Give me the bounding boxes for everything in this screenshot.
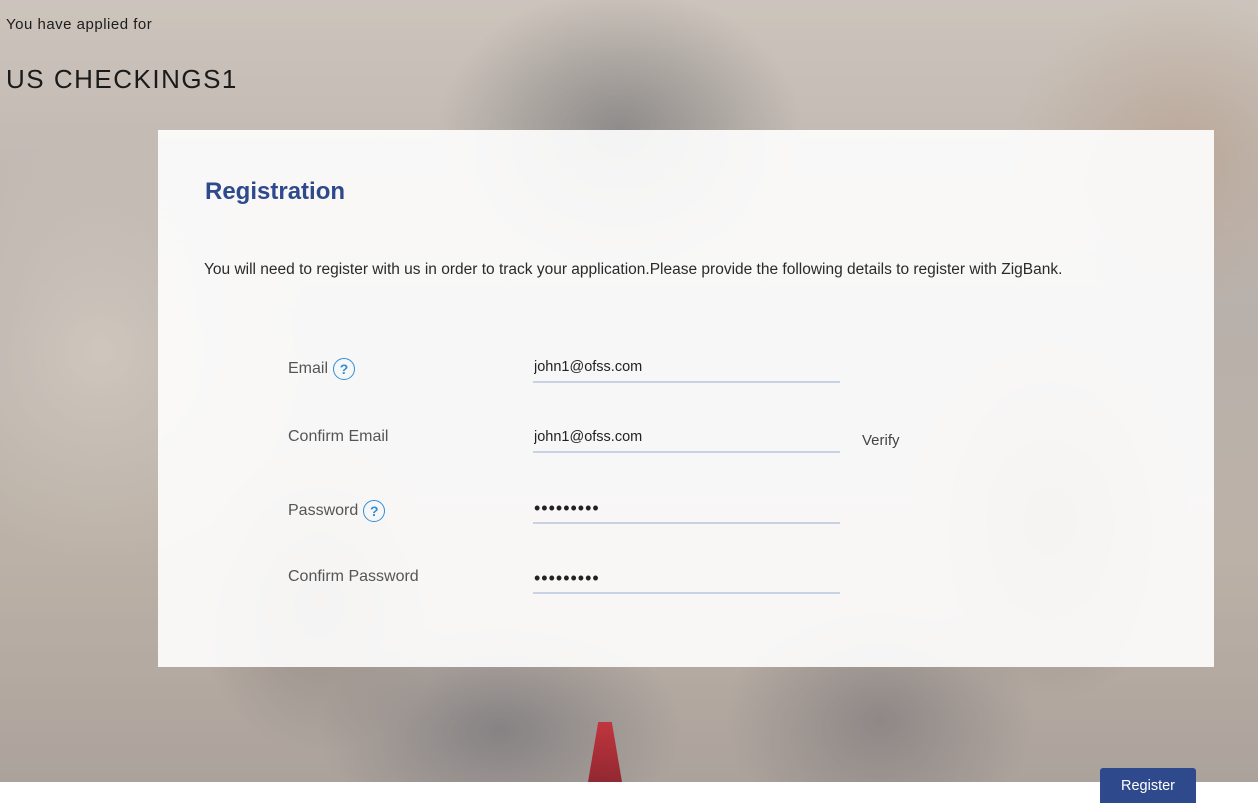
password-label: Password — [288, 502, 359, 519]
confirm-password-field[interactable] — [533, 564, 840, 594]
password-label-row: Password ? — [288, 500, 386, 522]
register-button[interactable]: Register — [1100, 768, 1196, 803]
registration-title: Registration — [205, 178, 346, 205]
password-field[interactable] — [533, 494, 840, 524]
email-label-row: Email ? — [288, 358, 356, 380]
applied-for-label: You have applied for — [6, 16, 153, 33]
confirm-email-field[interactable] — [533, 423, 840, 453]
help-icon[interactable]: ? — [333, 358, 356, 380]
confirm-password-label: Confirm Password — [288, 568, 419, 585]
registration-card: Registration You will need to register w… — [158, 130, 1214, 667]
email-label: Email — [288, 360, 329, 377]
email-field[interactable] — [533, 353, 840, 383]
confirm-email-label: Confirm Email — [288, 428, 389, 445]
confirm-email-label-row: Confirm Email — [288, 428, 388, 446]
verify-link[interactable]: Verify — [862, 432, 900, 449]
product-name: US CHECKINGS1 — [6, 64, 238, 94]
help-icon[interactable]: ? — [363, 500, 386, 522]
confirm-password-label-row: Confirm Password — [288, 568, 419, 586]
registration-description: You will need to register with us in ord… — [204, 261, 1063, 278]
